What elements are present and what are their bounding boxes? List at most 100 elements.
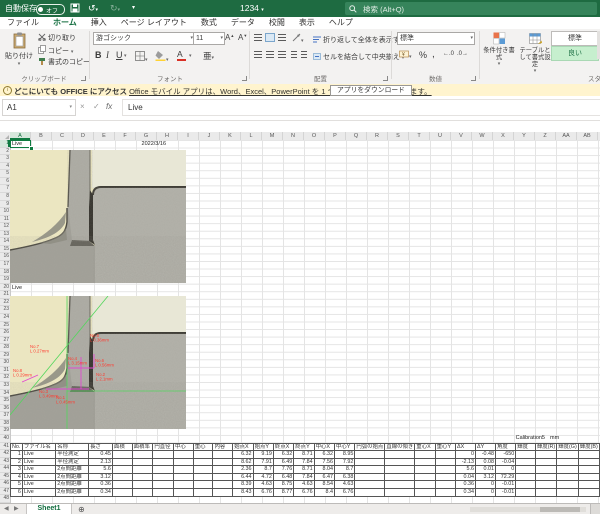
table-cell[interactable]: -650 — [496, 451, 516, 459]
row-header-31[interactable]: 31 — [0, 367, 10, 375]
column-header-N[interactable]: N — [283, 132, 304, 140]
table-cell[interactable] — [557, 473, 579, 481]
table-cell[interactable]: 2 — [11, 458, 23, 466]
table-cell[interactable]: 6.47 — [314, 473, 334, 481]
cut-button[interactable]: 切り取り — [38, 33, 76, 43]
row-header-24[interactable]: 24 — [0, 314, 10, 322]
table-cell[interactable]: 3.12 — [476, 473, 496, 481]
column-header-A[interactable]: A — [10, 132, 31, 140]
table-cell[interactable] — [193, 451, 213, 459]
row-header-40[interactable]: 40 — [0, 435, 10, 443]
prev-sheet-icon[interactable]: ◀ — [4, 505, 9, 512]
row-header-5[interactable]: 5 — [0, 170, 10, 178]
table-cell[interactable]: 2点間距離 — [56, 481, 89, 489]
table-cell[interactable] — [435, 451, 455, 459]
cell-style-normal[interactable]: 標準 — [551, 31, 599, 46]
table-cell[interactable] — [578, 481, 599, 489]
table-cell[interactable]: 6.38 — [335, 473, 355, 481]
column-header-E[interactable]: E — [94, 132, 115, 140]
column-header-O[interactable]: O — [304, 132, 325, 140]
calibration-unit[interactable]: mm — [550, 435, 559, 442]
menu-tab-ファイル[interactable]: ファイル — [0, 17, 46, 29]
table-cell[interactable]: 72.29 — [496, 473, 516, 481]
row-header-26[interactable]: 26 — [0, 329, 10, 337]
format-as-table-button[interactable]: テーブルとして書式設定▾ — [517, 32, 553, 75]
table-cell[interactable] — [174, 473, 194, 481]
table-cell[interactable]: 4.72 — [253, 473, 273, 481]
table-cell[interactable] — [132, 451, 153, 459]
table-cell[interactable] — [193, 458, 213, 466]
table-cell[interactable]: 6.32 — [314, 451, 334, 459]
row-header-9[interactable]: 9 — [0, 201, 10, 209]
row-header-14[interactable]: 14 — [0, 238, 10, 246]
table-cell[interactable] — [355, 466, 385, 474]
row-header-41[interactable]: 41 — [0, 443, 10, 451]
column-header-X[interactable]: X — [493, 132, 514, 140]
table-cell[interactable] — [516, 458, 536, 466]
row-header-21[interactable]: 21 — [0, 291, 10, 299]
table-cell[interactable]: 8.62 — [233, 458, 253, 466]
next-sheet-icon[interactable]: ▶ — [14, 505, 19, 512]
table-cell[interactable]: -0.01 — [496, 481, 516, 489]
row-header-29[interactable]: 29 — [0, 352, 10, 360]
underline-button[interactable]: U — [116, 50, 123, 60]
sheet-tab-sheet1[interactable]: Sheet1 — [26, 504, 72, 514]
table-cell[interactable] — [355, 458, 385, 466]
column-header-C[interactable]: C — [52, 132, 73, 140]
table-cell[interactable] — [355, 451, 385, 459]
table-cell[interactable]: 8.4 — [314, 489, 334, 497]
table-cell[interactable] — [435, 481, 455, 489]
row-header-22[interactable]: 22 — [0, 299, 10, 307]
column-header-G[interactable]: G — [136, 132, 157, 140]
row-header-48[interactable]: 48 — [0, 495, 10, 503]
increase-indent-icon[interactable] — [301, 51, 307, 58]
table-cell[interactable]: Live — [22, 458, 55, 466]
table-cell[interactable]: 4.63 — [294, 481, 314, 489]
column-header-M[interactable]: M — [262, 132, 283, 140]
table-cell[interactable] — [435, 458, 455, 466]
table-cell[interactable]: 6.49 — [273, 458, 293, 466]
row-header-2[interactable]: 2 — [0, 148, 10, 156]
download-app-button[interactable]: アプリをダウンロード — [330, 85, 412, 96]
table-cell[interactable] — [516, 473, 536, 481]
table-cell[interactable] — [355, 489, 385, 497]
table-cell[interactable] — [112, 473, 132, 481]
table-cell[interactable]: 7.56 — [314, 458, 334, 466]
table-cell[interactable] — [516, 466, 536, 474]
table-cell[interactable]: 2点間距離 — [56, 473, 89, 481]
table-cell[interactable]: 3 — [11, 466, 23, 474]
table-cell[interactable] — [213, 466, 233, 474]
table-cell[interactable]: 0.34 — [456, 489, 476, 497]
search-box[interactable] — [345, 2, 597, 15]
column-header-W[interactable]: W — [472, 132, 493, 140]
row-header-38[interactable]: 38 — [0, 420, 10, 428]
table-cell[interactable] — [578, 458, 599, 466]
table-cell[interactable]: 8.71 — [294, 451, 314, 459]
table-cell[interactable]: 3.12 — [89, 473, 113, 481]
row-header-10[interactable]: 10 — [0, 208, 10, 216]
column-header-I[interactable]: I — [178, 132, 199, 140]
table-cell[interactable]: 9.19 — [253, 451, 273, 459]
insert-function-icon[interactable]: fx — [106, 102, 112, 111]
column-header-Q[interactable]: Q — [346, 132, 367, 140]
column-header-Z[interactable]: Z — [535, 132, 556, 140]
table-cell[interactable]: 6.76 — [253, 489, 273, 497]
table-cell[interactable] — [385, 473, 415, 481]
row-header-19[interactable]: 19 — [0, 276, 10, 284]
table-cell[interactable] — [435, 466, 455, 474]
comma-style-icon[interactable]: , — [432, 49, 435, 60]
table-cell[interactable] — [153, 481, 174, 489]
column-header-L[interactable]: L — [241, 132, 262, 140]
weld-photo-annotated[interactable]: No.1L 0.45mmNo.2L 2.1mmNo.3L 3.49mmNo.4L… — [10, 296, 186, 429]
column-header-U[interactable]: U — [430, 132, 451, 140]
horizontal-scrollbar[interactable] — [470, 507, 586, 512]
table-cell[interactable]: 8.54 — [314, 481, 334, 489]
table-cell[interactable] — [385, 481, 415, 489]
table-cell[interactable]: 0.01 — [476, 466, 496, 474]
table-cell[interactable]: 0.04 — [456, 473, 476, 481]
font-name-select[interactable]: 游ゴシック▾ — [93, 32, 195, 45]
table-cell[interactable] — [153, 489, 174, 497]
table-cell[interactable] — [112, 451, 132, 459]
table-cell[interactable]: 8.75 — [273, 481, 293, 489]
number-format-select[interactable]: 標準▾ — [397, 32, 475, 45]
